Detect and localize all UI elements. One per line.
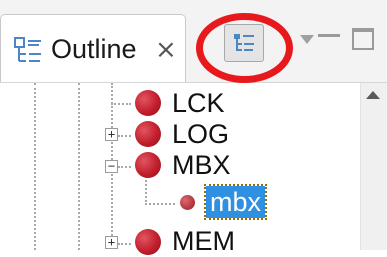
red-ball-icon xyxy=(135,121,161,147)
tree-guide-line xyxy=(78,83,80,250)
maximize-icon[interactable] xyxy=(352,28,374,50)
tree-connector xyxy=(118,243,131,245)
close-icon[interactable]: ⨯ xyxy=(155,33,177,65)
tree-connector xyxy=(118,135,131,137)
scroll-up-arrow-icon[interactable] xyxy=(366,91,380,99)
hierarchy-toggle-button[interactable] xyxy=(224,24,264,62)
outline-view-icon xyxy=(13,35,43,65)
red-ball-icon xyxy=(135,152,161,178)
expand-icon[interactable]: + xyxy=(105,128,118,141)
tree-connector xyxy=(145,203,175,205)
tree-item-label: MBX xyxy=(172,150,231,180)
expand-icon[interactable]: + xyxy=(105,236,118,249)
minimize-icon[interactable] xyxy=(318,34,340,37)
small-red-ball-icon xyxy=(180,195,195,210)
tree-item-label: LOG xyxy=(172,119,230,149)
tab-title: Outline xyxy=(51,34,137,64)
outline-view: Outline ⨯ LCK + LOG − MBX mbx + MEM xyxy=(0,0,387,256)
red-ball-icon xyxy=(135,90,161,116)
tree-item-label: LCK xyxy=(172,88,225,118)
tree-item-label: mbx xyxy=(203,184,268,220)
tree-item-label: MEM xyxy=(172,226,235,256)
outline-tab[interactable]: Outline ⨯ xyxy=(0,14,186,82)
collapse-icon[interactable]: − xyxy=(105,160,118,173)
tree-connector xyxy=(118,166,131,168)
tree-guide-line xyxy=(34,83,36,250)
view-menu-triangle-icon[interactable] xyxy=(300,32,314,50)
hierarchy-tree-icon xyxy=(234,34,254,51)
view-header: Outline ⨯ xyxy=(0,0,387,83)
red-ball-icon xyxy=(135,229,161,255)
outline-tree: LCK + LOG − MBX mbx + MEM xyxy=(0,83,360,256)
tree-connector xyxy=(111,103,131,105)
vertical-scrollbar[interactable] xyxy=(360,83,387,250)
